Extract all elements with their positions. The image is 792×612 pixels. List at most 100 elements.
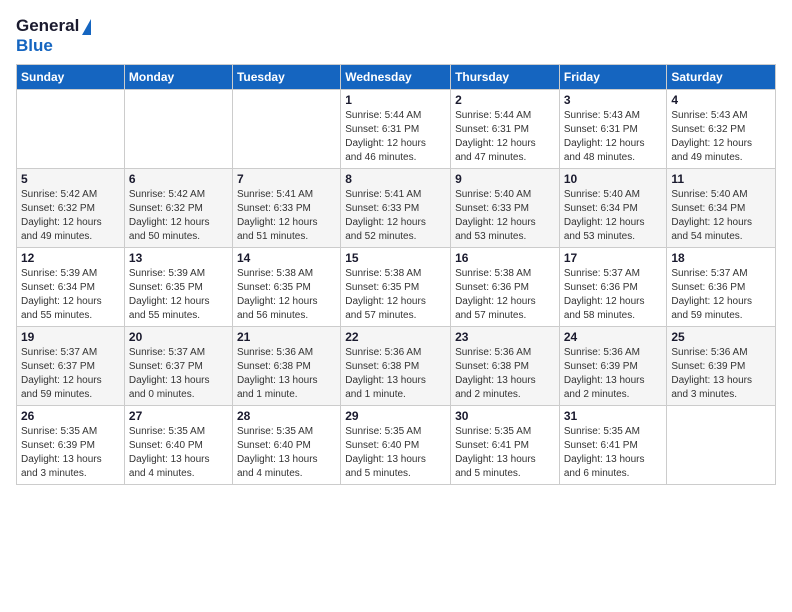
day-info: Sunrise: 5:35 AM Sunset: 6:40 PM Dayligh… xyxy=(345,425,446,481)
day-info: Sunrise: 5:40 AM Sunset: 6:34 PM Dayligh… xyxy=(564,188,663,244)
day-info: Sunrise: 5:36 AM Sunset: 6:38 PM Dayligh… xyxy=(345,346,446,402)
day-cell-29: 29 Sunrise: 5:35 AM Sunset: 6:40 PM Dayli… xyxy=(341,406,451,485)
week-row-5: 26 Sunrise: 5:35 AM Sunset: 6:39 PM Dayli… xyxy=(17,406,776,485)
day-cell-26: 26 Sunrise: 5:35 AM Sunset: 6:39 PM Dayli… xyxy=(17,406,125,485)
day-cell-24: 24Sunrise: 5:36 AM Sunset: 6:39 PM Dayli… xyxy=(559,327,667,406)
day-info: Sunrise: 5:37 AM Sunset: 6:37 PM Dayligh… xyxy=(129,346,228,402)
day-cell-12: 12 Sunrise: 5:39 AM Sunset: 6:34 PM Dayli… xyxy=(17,248,125,327)
day-number: 14 xyxy=(237,251,336,265)
day-cell-16: 16Sunrise: 5:38 AM Sunset: 6:36 PM Dayli… xyxy=(451,248,560,327)
day-info: Sunrise: 5:37 AM Sunset: 6:36 PM Dayligh… xyxy=(671,267,771,323)
day-cell-25: 25 Sunrise: 5:36 AM Sunset: 6:39 PM Dayli… xyxy=(667,327,776,406)
day-cell-15: 15 Sunrise: 5:38 AM Sunset: 6:35 PM Dayli… xyxy=(341,248,451,327)
day-info: Sunrise: 5:40 AM Sunset: 6:33 PM Dayligh… xyxy=(455,188,555,244)
day-info: Sunrise: 5:36 AM Sunset: 6:39 PM Dayligh… xyxy=(671,346,771,402)
day-number: 21 xyxy=(237,330,336,344)
day-info: Sunrise: 5:42 AM Sunset: 6:32 PM Dayligh… xyxy=(21,188,120,244)
day-header-thursday: Thursday xyxy=(451,65,560,90)
day-number: 22 xyxy=(345,330,446,344)
day-header-monday: Monday xyxy=(124,65,232,90)
day-number: 7 xyxy=(237,172,336,186)
day-number: 10 xyxy=(564,172,663,186)
day-header-saturday: Saturday xyxy=(667,65,776,90)
day-number: 23 xyxy=(455,330,555,344)
day-info: Sunrise: 5:43 AM Sunset: 6:32 PM Dayligh… xyxy=(671,109,771,165)
day-number: 11 xyxy=(671,172,771,186)
day-cell-20: 20 Sunrise: 5:37 AM Sunset: 6:37 PM Dayli… xyxy=(124,327,232,406)
day-cell-27: 27Sunrise: 5:35 AM Sunset: 6:40 PM Dayli… xyxy=(124,406,232,485)
day-cell-7: 7 Sunrise: 5:41 AM Sunset: 6:33 PM Daylig… xyxy=(232,169,340,248)
week-row-3: 12 Sunrise: 5:39 AM Sunset: 6:34 PM Dayli… xyxy=(17,248,776,327)
day-number: 17 xyxy=(564,251,663,265)
day-cell-10: 10 Sunrise: 5:40 AM Sunset: 6:34 PM Dayli… xyxy=(559,169,667,248)
calendar: SundayMondayTuesdayWednesdayThursdayFrid… xyxy=(16,64,776,485)
day-cell-11: 11Sunrise: 5:40 AM Sunset: 6:34 PM Dayli… xyxy=(667,169,776,248)
day-number: 28 xyxy=(237,409,336,423)
day-number: 18 xyxy=(671,251,771,265)
day-cell-22: 22 Sunrise: 5:36 AM Sunset: 6:38 PM Dayli… xyxy=(341,327,451,406)
day-info: Sunrise: 5:35 AM Sunset: 6:41 PM Dayligh… xyxy=(455,425,555,481)
day-header-wednesday: Wednesday xyxy=(341,65,451,90)
day-number: 25 xyxy=(671,330,771,344)
day-cell-30: 30 Sunrise: 5:35 AM Sunset: 6:41 PM Dayli… xyxy=(451,406,560,485)
day-cell-23: 23 Sunrise: 5:36 AM Sunset: 6:38 PM Dayli… xyxy=(451,327,560,406)
day-info: Sunrise: 5:36 AM Sunset: 6:38 PM Dayligh… xyxy=(237,346,336,402)
day-number: 15 xyxy=(345,251,446,265)
day-cell-31: 31Sunrise: 5:35 AM Sunset: 6:41 PM Dayli… xyxy=(559,406,667,485)
header: General Blue xyxy=(16,16,776,56)
day-number: 2 xyxy=(455,93,555,107)
day-info: Sunrise: 5:37 AM Sunset: 6:36 PM Dayligh… xyxy=(564,267,663,323)
logo-blue-text: Blue xyxy=(16,36,53,55)
week-row-2: 5 Sunrise: 5:42 AM Sunset: 6:32 PM Daylig… xyxy=(17,169,776,248)
logo-general-text: General xyxy=(16,16,79,36)
day-info: Sunrise: 5:38 AM Sunset: 6:35 PM Dayligh… xyxy=(237,267,336,323)
day-number: 20 xyxy=(129,330,228,344)
day-info: Sunrise: 5:42 AM Sunset: 6:32 PM Dayligh… xyxy=(129,188,228,244)
day-number: 1 xyxy=(345,93,446,107)
day-cell-19: 19Sunrise: 5:37 AM Sunset: 6:37 PM Dayli… xyxy=(17,327,125,406)
day-header-friday: Friday xyxy=(559,65,667,90)
day-number: 6 xyxy=(129,172,228,186)
day-cell-13: 13 Sunrise: 5:39 AM Sunset: 6:35 PM Dayli… xyxy=(124,248,232,327)
day-number: 26 xyxy=(21,409,120,423)
day-info: Sunrise: 5:38 AM Sunset: 6:36 PM Dayligh… xyxy=(455,267,555,323)
day-cell-17: 17 Sunrise: 5:37 AM Sunset: 6:36 PM Dayli… xyxy=(559,248,667,327)
empty-cell xyxy=(124,90,232,169)
day-header-tuesday: Tuesday xyxy=(232,65,340,90)
day-cell-28: 28 Sunrise: 5:35 AM Sunset: 6:40 PM Dayli… xyxy=(232,406,340,485)
day-cell-14: 14 Sunrise: 5:38 AM Sunset: 6:35 PM Dayli… xyxy=(232,248,340,327)
day-cell-21: 21 Sunrise: 5:36 AM Sunset: 6:38 PM Dayli… xyxy=(232,327,340,406)
day-cell-1: 1 Sunrise: 5:44 AM Sunset: 6:31 PM Daylig… xyxy=(341,90,451,169)
day-number: 27 xyxy=(129,409,228,423)
day-number: 3 xyxy=(564,93,663,107)
empty-cell xyxy=(232,90,340,169)
day-headers-row: SundayMondayTuesdayWednesdayThursdayFrid… xyxy=(17,65,776,90)
empty-cell xyxy=(17,90,125,169)
day-info: Sunrise: 5:44 AM Sunset: 6:31 PM Dayligh… xyxy=(455,109,555,165)
day-info: Sunrise: 5:39 AM Sunset: 6:34 PM Dayligh… xyxy=(21,267,120,323)
day-info: Sunrise: 5:37 AM Sunset: 6:37 PM Dayligh… xyxy=(21,346,120,402)
day-header-sunday: Sunday xyxy=(17,65,125,90)
logo: General Blue xyxy=(16,16,91,56)
day-info: Sunrise: 5:35 AM Sunset: 6:39 PM Dayligh… xyxy=(21,425,120,481)
day-info: Sunrise: 5:36 AM Sunset: 6:38 PM Dayligh… xyxy=(455,346,555,402)
day-cell-9: 9 Sunrise: 5:40 AM Sunset: 6:33 PM Daylig… xyxy=(451,169,560,248)
day-number: 5 xyxy=(21,172,120,186)
day-cell-4: 4Sunrise: 5:43 AM Sunset: 6:32 PM Daylig… xyxy=(667,90,776,169)
day-info: Sunrise: 5:38 AM Sunset: 6:35 PM Dayligh… xyxy=(345,267,446,323)
day-number: 9 xyxy=(455,172,555,186)
week-row-4: 19Sunrise: 5:37 AM Sunset: 6:37 PM Dayli… xyxy=(17,327,776,406)
day-number: 30 xyxy=(455,409,555,423)
day-info: Sunrise: 5:44 AM Sunset: 6:31 PM Dayligh… xyxy=(345,109,446,165)
day-cell-8: 8Sunrise: 5:41 AM Sunset: 6:33 PM Daylig… xyxy=(341,169,451,248)
day-info: Sunrise: 5:35 AM Sunset: 6:40 PM Dayligh… xyxy=(237,425,336,481)
day-number: 13 xyxy=(129,251,228,265)
week-row-1: 1 Sunrise: 5:44 AM Sunset: 6:31 PM Daylig… xyxy=(17,90,776,169)
day-number: 12 xyxy=(21,251,120,265)
day-cell-5: 5 Sunrise: 5:42 AM Sunset: 6:32 PM Daylig… xyxy=(17,169,125,248)
day-info: Sunrise: 5:41 AM Sunset: 6:33 PM Dayligh… xyxy=(237,188,336,244)
day-info: Sunrise: 5:39 AM Sunset: 6:35 PM Dayligh… xyxy=(129,267,228,323)
day-number: 29 xyxy=(345,409,446,423)
day-number: 8 xyxy=(345,172,446,186)
empty-cell xyxy=(667,406,776,485)
